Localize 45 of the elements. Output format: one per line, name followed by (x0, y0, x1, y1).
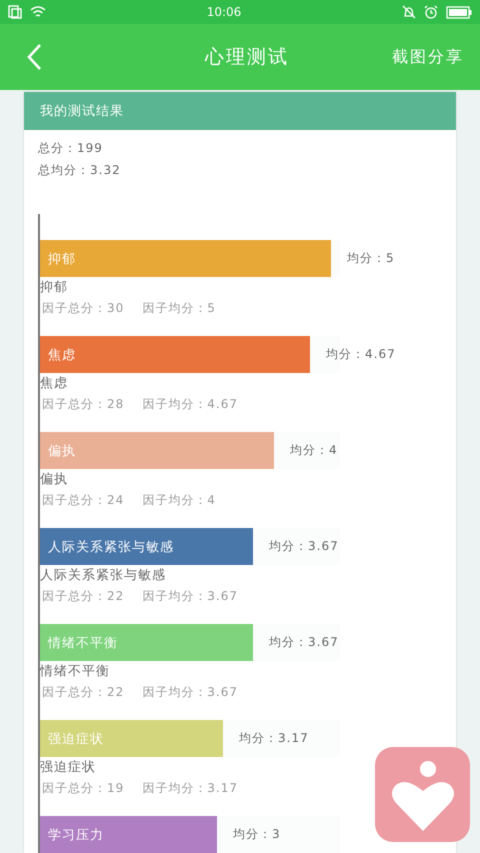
factor-mean: 因子均分：3.17 (142, 780, 238, 796)
factor-total: 因子总分：30 (42, 300, 124, 316)
back-button[interactable] (26, 43, 42, 71)
average-label: 均分：4 (290, 442, 338, 459)
factor-total: 因子总分：22 (42, 588, 124, 604)
average-label: 均分：4.67 (326, 346, 396, 363)
share-button[interactable]: 截图分享 (392, 46, 464, 68)
sim-icon (8, 5, 22, 19)
factor-name: 抑郁 (40, 280, 69, 296)
factor-total: 因子总分：28 (42, 396, 124, 412)
average-label: 均分：3.67 (269, 538, 339, 555)
average-label: 均分：5 (347, 250, 395, 267)
factor-name: 人际关系紧张与敏感 (40, 568, 167, 584)
battery-icon (446, 6, 472, 18)
bar-label: 焦虑 (48, 346, 76, 364)
app-logo-icon[interactable] (375, 747, 470, 842)
bar-label: 偏执 (48, 442, 76, 460)
factor-name: 偏执 (40, 472, 69, 488)
factor-name: 情绪不平衡 (40, 664, 111, 680)
status-time: 10:06 (206, 5, 242, 19)
factor-mean: 因子均分：5 (142, 300, 216, 316)
factor-total: 因子总分：22 (42, 684, 124, 700)
factor-total: 因子总分：19 (42, 780, 124, 796)
average-label: 均分：3.67 (269, 634, 339, 651)
page-title: 心理测试 (205, 45, 289, 70)
bar-label: 强迫症状 (48, 730, 104, 748)
bell-off-icon (402, 5, 416, 19)
card-title: 我的测试结果 (40, 103, 124, 120)
average-label: 均分：3.17 (239, 730, 309, 747)
bar-label: 学习压力 (48, 826, 104, 844)
bar-label: 人际关系紧张与敏感 (48, 538, 174, 556)
alarm-icon (424, 5, 438, 19)
factor-mean: 因子均分：3.67 (142, 588, 238, 604)
bar-label: 情绪不平衡 (48, 634, 118, 652)
bar-label: 抑郁 (48, 250, 76, 268)
average-label: 均分：3 (233, 826, 281, 843)
factor-name: 焦虑 (40, 376, 69, 392)
factor-total: 因子总分：24 (42, 492, 124, 508)
factor-mean: 因子均分：3.67 (142, 684, 238, 700)
average-score: 总均分：3.32 (38, 162, 122, 178)
total-score: 总分：199 (38, 140, 104, 156)
factor-name: 强迫症状 (40, 760, 97, 776)
factor-mean: 因子均分：4.67 (142, 396, 238, 412)
factor-mean: 因子均分：4 (142, 492, 216, 508)
wifi-icon (30, 5, 46, 19)
